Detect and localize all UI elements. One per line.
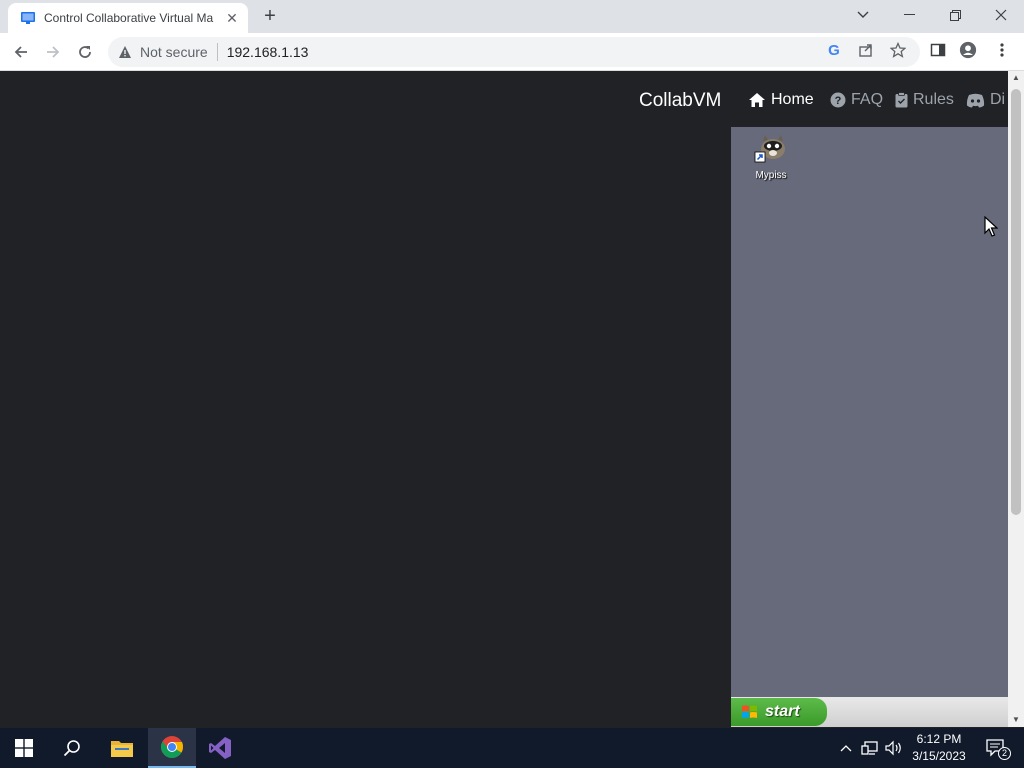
xp-start-label: start (765, 703, 800, 720)
new-tab-button[interactable]: + (258, 4, 282, 28)
menu-button[interactable] (993, 41, 1011, 59)
security-label[interactable]: Not secure (140, 44, 208, 60)
desktop-shortcut[interactable]: Mypiss (751, 133, 791, 181)
star-icon (890, 42, 906, 58)
visual-studio-icon (209, 737, 231, 759)
page-scrollbar[interactable]: ▲ ▼ (1008, 71, 1024, 727)
reload-button[interactable] (72, 39, 98, 65)
restore-icon (949, 9, 961, 21)
scrollbar-thumb[interactable] (1011, 89, 1021, 515)
side-panel-button[interactable] (929, 41, 947, 59)
taskbar-visual-studio[interactable] (196, 728, 244, 768)
nav-discord[interactable]: Di (966, 91, 1005, 109)
forward-button[interactable] (40, 39, 66, 65)
clock-time: 6:12 PM (916, 732, 962, 746)
back-button[interactable] (8, 39, 34, 65)
close-window-button[interactable] (978, 0, 1024, 30)
search-icon (63, 740, 80, 757)
nav-faq[interactable]: ? FAQ (830, 91, 883, 109)
nav-home-label: Home (771, 91, 814, 108)
desktop-shortcut-label: Mypiss (755, 170, 787, 181)
windows-taskbar: 6:12 PM 3/15/2023 2 (0, 728, 1024, 768)
windows-flag-icon (742, 705, 757, 718)
vm-screen[interactable]: Mypiss start (731, 127, 1008, 727)
minimize-button[interactable] (886, 0, 932, 30)
bookmark-button[interactable] (889, 41, 907, 59)
question-icon: ? (830, 92, 846, 108)
speaker-icon (885, 740, 901, 756)
site-brand[interactable]: CollabVM (639, 90, 721, 112)
mouse-cursor-icon (984, 216, 998, 237)
search-button[interactable] (48, 728, 96, 768)
browser-toolbar: Not secure 192.168.1.13 G (0, 33, 1024, 71)
warning-icon (119, 46, 131, 58)
profile-icon (959, 41, 977, 59)
browser-tab[interactable]: Control Collaborative Virtual Ma ✕ (8, 3, 248, 33)
minimize-icon (903, 14, 915, 15)
profile-button[interactable] (959, 41, 977, 59)
clock-date: 3/15/2023 (912, 749, 966, 763)
restore-button[interactable] (932, 0, 978, 30)
network-icon (861, 741, 878, 755)
folder-icon (111, 741, 133, 757)
start-button[interactable] (0, 728, 48, 768)
raccoon-shortcut-icon (754, 135, 785, 163)
windows-logo-icon (15, 739, 33, 757)
action-center-button[interactable]: 2 (983, 738, 1011, 760)
tab-close-icon[interactable]: ✕ (224, 10, 240, 27)
share-icon (859, 44, 872, 57)
taskbar-chrome[interactable] (148, 728, 196, 768)
side-panel-icon (930, 43, 946, 57)
chevron-down-icon (857, 11, 869, 18)
nav-rules-label: Rules (913, 91, 954, 108)
chevron-up-icon (840, 745, 852, 752)
nav-home[interactable]: Home (748, 91, 814, 109)
share-button[interactable] (857, 41, 875, 59)
notification-badge: 2 (998, 747, 1011, 760)
discord-icon (966, 93, 985, 107)
page-content: CollabVM Home ? FAQ Rules Di Mypiss star… (0, 71, 1008, 727)
google-lens-button[interactable]: G (825, 41, 843, 59)
xp-taskbar: start (731, 697, 1008, 727)
reload-icon (79, 46, 91, 58)
xp-start-button[interactable]: start (731, 698, 827, 726)
clipboard-icon (895, 92, 908, 108)
svg-text:?: ? (835, 95, 842, 107)
scroll-down-arrow-icon[interactable]: ▼ (1008, 713, 1024, 727)
home-icon (749, 93, 765, 107)
url-text[interactable]: 192.168.1.13 (227, 44, 309, 60)
monitor-icon (21, 12, 35, 24)
tab-strip: Control Collaborative Virtual Ma ✕ + (0, 0, 1024, 33)
tab-title: Control Collaborative Virtual Ma (44, 11, 214, 25)
nav-faq-label: FAQ (851, 91, 884, 108)
more-vertical-icon (1000, 43, 1004, 57)
network-button[interactable] (860, 738, 880, 758)
volume-button[interactable] (884, 738, 904, 758)
show-hidden-icons-button[interactable] (836, 738, 856, 758)
chrome-icon (161, 736, 184, 758)
nav-discord-label: Di (990, 91, 1006, 108)
close-icon (995, 9, 1007, 21)
google-icon: G (828, 41, 840, 59)
taskbar-file-explorer[interactable] (98, 728, 146, 768)
address-bar[interactable]: Not secure 192.168.1.13 (108, 37, 920, 67)
tab-search-button[interactable] (840, 0, 886, 30)
nav-rules[interactable]: Rules (895, 91, 954, 109)
scroll-up-arrow-icon[interactable]: ▲ (1008, 71, 1024, 85)
separator (216, 43, 218, 61)
arrow-left-icon (14, 46, 27, 58)
taskbar-clock[interactable]: 6:12 PM 3/15/2023 (906, 731, 972, 765)
arrow-right-icon (47, 46, 60, 58)
